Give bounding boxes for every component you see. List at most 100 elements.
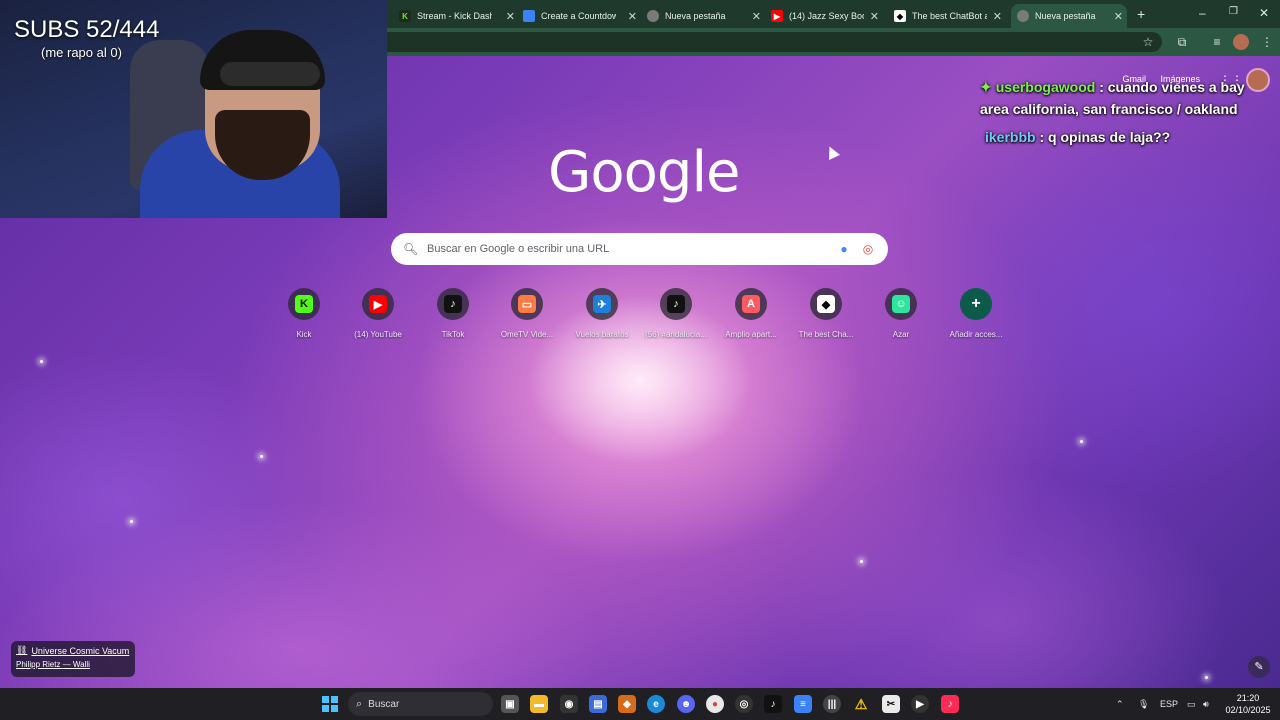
notepad-icon[interactable]: ≡ xyxy=(794,695,812,713)
microphone-icon[interactable]: 🎙︎ xyxy=(1138,688,1149,720)
chat-username: ikerbbb xyxy=(985,129,1036,145)
subs-subtitle: (me rapo al 0) xyxy=(41,45,122,60)
close-icon[interactable]: ✕ xyxy=(506,10,515,23)
shortcut-youtube[interactable]: ▶ (14) YouTube xyxy=(341,288,415,339)
brave-icon[interactable]: ◆ xyxy=(618,695,636,713)
webcam-overlay: SUBS 52/444 (me rapo al 0) xyxy=(0,0,387,218)
chrome-icon xyxy=(1017,10,1029,22)
google-lens-icon[interactable]: ◎ xyxy=(860,242,876,256)
chat-message: ikerbbb : q opinas de laja?? xyxy=(985,126,1275,148)
tiktok-icon[interactable]: ♪ xyxy=(764,695,782,713)
media-control-icon[interactable]: ≡ xyxy=(1209,34,1225,50)
tray-chevron-icon[interactable]: ⌃ xyxy=(1116,688,1124,720)
search-icon: ⌕ xyxy=(356,697,363,710)
tab-new-tab[interactable]: Nueva pestaña ✕ xyxy=(647,4,765,28)
audio-app-icon[interactable]: ||| xyxy=(823,695,841,713)
menu-dots-icon[interactable]: ⋮ xyxy=(1259,34,1275,50)
background-attribution[interactable]: ⛓ Universe Cosmic Vacum Philipp Rietz — W… xyxy=(11,641,135,677)
shortcut-flights[interactable]: ✈ Vuelos baratos xyxy=(565,288,639,339)
shortcut-airbnb[interactable]: A Amplio apart... xyxy=(714,288,788,339)
app-icon[interactable]: ◉ xyxy=(560,695,578,713)
file-explorer-icon[interactable]: ▬ xyxy=(530,695,548,713)
tiktok-icon: ♪ xyxy=(444,295,462,313)
shortcut-azar[interactable]: ☺ Azar xyxy=(864,288,938,339)
tab-kick-dashboard[interactable]: K Stream - Kick Dashboard ✕ xyxy=(399,4,519,28)
obs-icon[interactable]: ◎ xyxy=(735,695,753,713)
shortcut-chatbot[interactable]: ◆ The best Cha... xyxy=(789,288,863,339)
network-icon[interactable]: ▭ xyxy=(1187,688,1196,720)
customize-pencil-icon[interactable]: ✎ xyxy=(1248,656,1270,678)
store-icon[interactable]: ▤ xyxy=(589,695,607,713)
attribution-title[interactable]: ⛓ Universe Cosmic Vacum xyxy=(16,645,130,656)
edge-icon[interactable]: e xyxy=(647,695,665,713)
language-indicator[interactable]: ESP xyxy=(1160,688,1178,720)
clock-time: 21:20 xyxy=(1236,693,1260,703)
shortcut-label: (56) #andalucia... xyxy=(645,330,707,339)
tab-label: Nueva pestaña xyxy=(1035,11,1096,21)
shortcut-label: TikTok xyxy=(441,330,465,339)
close-icon[interactable]: ✕ xyxy=(870,10,879,23)
kick-icon: K xyxy=(295,295,313,313)
add-icon: + xyxy=(971,295,981,312)
minimize-icon[interactable]: – xyxy=(1199,6,1206,20)
tab-strip: K Stream - Kick Dashboard ✕ Create a Cou… xyxy=(387,0,1280,28)
media-player-icon[interactable]: ▶ xyxy=(911,695,929,713)
window-close-icon[interactable]: ✕ xyxy=(1259,6,1269,20)
kick-icon: K xyxy=(399,10,411,22)
shortcut-kick[interactable]: K Kick xyxy=(267,288,341,339)
shortcut-label: OmeTV Vide... xyxy=(500,330,554,339)
star-sparkle xyxy=(130,520,133,523)
tab-label: Nueva pestaña xyxy=(665,11,726,21)
google-logo: Google xyxy=(548,140,740,205)
shortcut-label: Kick xyxy=(296,330,312,339)
address-bar[interactable] xyxy=(387,32,1162,52)
tab-label: Stream - Kick Dashboard xyxy=(417,11,492,21)
task-view-icon[interactable]: ▣ xyxy=(501,695,519,713)
shortcut-label: The best Cha... xyxy=(798,330,854,339)
shortcut-ometv[interactable]: ▭ OmeTV Vide... xyxy=(490,288,564,339)
system-clock[interactable]: 21:20 02/10/2025 xyxy=(1224,692,1272,716)
chat-username: userbogawood xyxy=(995,79,1096,95)
tab-label: Create a Countdown xyxy=(541,11,616,21)
close-icon[interactable]: ✕ xyxy=(752,10,761,23)
clock-date: 02/10/2025 xyxy=(1225,705,1271,715)
attribution-title-text: Universe Cosmic Vacum xyxy=(31,645,130,656)
page-icon xyxy=(523,10,535,22)
windows-start-icon[interactable] xyxy=(322,696,338,712)
profile-avatar[interactable] xyxy=(1233,34,1249,50)
close-icon[interactable]: ✕ xyxy=(628,10,637,23)
tab-new-tab-active[interactable]: Nueva pestaña ✕ xyxy=(1011,4,1127,28)
tab-youtube[interactable]: ▶ (14) Jazz Sexy Boom ✕ xyxy=(771,4,883,28)
tiktok-live-icon[interactable]: ♪ xyxy=(941,695,959,713)
tab-countdown[interactable]: Create a Countdown ✕ xyxy=(523,4,641,28)
tab-label: (14) Jazz Sexy Boom xyxy=(789,11,864,21)
shortcut-tiktok[interactable]: ♪ TikTok xyxy=(416,288,490,339)
shortcut-add[interactable]: + Añadir acces... xyxy=(939,288,1013,339)
bookmark-star-icon[interactable]: ☆ xyxy=(1140,34,1156,50)
ometv-icon: ▭ xyxy=(518,295,536,313)
search-placeholder[interactable]: Buscar en Google o escribir una URL xyxy=(427,243,836,255)
shortcut-label: Azar xyxy=(892,330,910,339)
restore-icon[interactable]: ❐ xyxy=(1229,6,1238,17)
chrome-icon[interactable]: ● xyxy=(706,695,724,713)
warning-icon[interactable]: ⚠ xyxy=(852,695,870,713)
extensions-icon[interactable]: ⧉ xyxy=(1174,34,1190,50)
shortcut-tiktok-andalucia[interactable]: ♪ (56) #andalucia... xyxy=(639,288,713,339)
voice-search-icon[interactable]: ● xyxy=(836,242,852,256)
volume-icon[interactable]: 🔊︎ xyxy=(1203,688,1209,720)
tab-chatbot[interactable]: ◆ The best ChatBot and ✕ xyxy=(894,4,1006,28)
shortcut-tile: K xyxy=(288,288,320,320)
capcut-icon[interactable]: ✂ xyxy=(882,695,900,713)
taskbar-search[interactable]: ⌕ Buscar xyxy=(348,692,493,716)
star-sparkle xyxy=(860,560,863,563)
google-search-box[interactable]: 🔍︎ Buscar en Google o escribir una URL ●… xyxy=(391,233,888,265)
close-icon[interactable]: ✕ xyxy=(1114,10,1123,23)
shortcut-tile: ☺ xyxy=(885,288,917,320)
shortcut-tile: + xyxy=(960,288,992,320)
windows-taskbar: ⌕ Buscar ▣ ▬ ◉ ▤ ◆ e ☻ ● ◎ ♪ ≡ ||| ⚠ ✂ ▶… xyxy=(0,688,1280,720)
close-icon[interactable]: ✕ xyxy=(993,10,1002,23)
new-tab-button[interactable]: + xyxy=(1137,6,1145,22)
attribution-author[interactable]: Philipp Rietz — Walli xyxy=(16,660,130,669)
star-sparkle xyxy=(1080,440,1083,443)
discord-icon[interactable]: ☻ xyxy=(677,695,695,713)
